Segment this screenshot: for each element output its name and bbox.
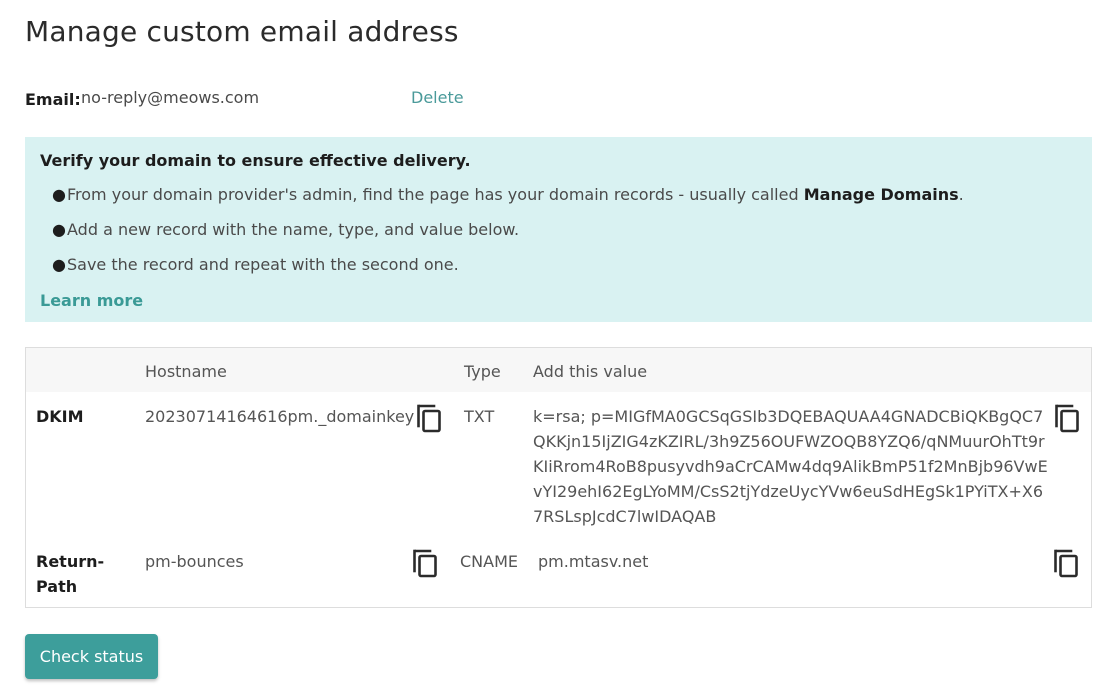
notice-item-text: From your domain provider's admin, find … bbox=[67, 185, 804, 204]
notice-item-suffix: . bbox=[958, 185, 964, 204]
notice-item: ●From your domain provider's admin, find… bbox=[52, 185, 964, 204]
notice-item-text: Save the record and repeat with the seco… bbox=[67, 255, 459, 274]
notice-item-text: Add a new record with the name, type, an… bbox=[67, 220, 520, 239]
notice-item-emphasis: Manage Domains bbox=[803, 185, 959, 204]
copy-icon bbox=[417, 404, 441, 433]
copy-icon bbox=[1055, 404, 1079, 433]
notice-item: ●Save the record and repeat with the sec… bbox=[52, 255, 459, 274]
record-name-return-path: Return-Path bbox=[36, 552, 105, 596]
record-value: k=rsa; p=MIGfMA0GCSqGSIb3DQEBAQUAA4GNADC… bbox=[533, 407, 1048, 526]
type-header: Type bbox=[464, 362, 501, 381]
verify-domain-notice: Verify your domain to ensure effective d… bbox=[25, 137, 1092, 322]
copy-icon bbox=[413, 549, 437, 578]
copy-hostname-icon[interactable] bbox=[412, 549, 438, 579]
value-header: Add this value bbox=[533, 362, 648, 381]
record-type: TXT bbox=[464, 407, 495, 426]
bullet-icon: ● bbox=[52, 185, 66, 204]
email-label: Email: bbox=[25, 90, 81, 109]
bullet-icon: ● bbox=[52, 220, 66, 239]
record-name-dkim: DKIM bbox=[36, 407, 84, 426]
table-header: Hostname Type Add this value bbox=[26, 348, 1091, 392]
dns-records-table: Hostname Type Add this value DKIM 202307… bbox=[25, 347, 1092, 608]
copy-icon bbox=[1054, 549, 1078, 578]
notice-item: ●Add a new record with the name, type, a… bbox=[52, 220, 519, 239]
bullet-icon: ● bbox=[52, 255, 66, 274]
copy-value-icon[interactable] bbox=[1054, 404, 1080, 434]
record-value: pm.mtasv.net bbox=[538, 552, 649, 571]
record-type: CNAME bbox=[460, 552, 518, 571]
delete-link[interactable]: Delete bbox=[411, 88, 464, 107]
copy-hostname-icon[interactable] bbox=[416, 404, 442, 434]
email-address: no-reply@meows.com bbox=[81, 88, 260, 107]
manage-email-page: Manage custom email address Email: no-re… bbox=[0, 0, 1112, 698]
record-hostname: 20230714164616pm._domainkey bbox=[145, 407, 415, 426]
notice-heading: Verify your domain to ensure effective d… bbox=[40, 151, 471, 170]
copy-value-icon[interactable] bbox=[1053, 549, 1079, 579]
email-row: Email: no-reply@meows.com Delete bbox=[25, 88, 485, 112]
check-status-button[interactable]: Check status bbox=[25, 634, 158, 679]
record-hostname: pm-bounces bbox=[145, 552, 244, 571]
page-title: Manage custom email address bbox=[25, 15, 459, 48]
learn-more-link[interactable]: Learn more bbox=[40, 291, 143, 310]
hostname-header: Hostname bbox=[145, 362, 227, 381]
